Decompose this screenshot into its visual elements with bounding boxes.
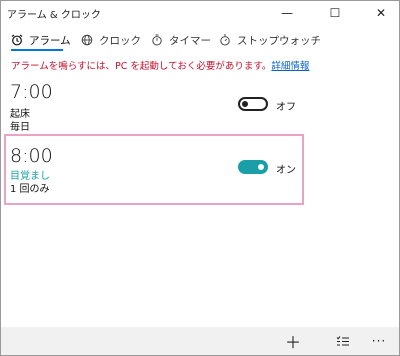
tab-alarm-label: アラーム [29,34,71,47]
alarm-clock-icon [11,34,23,46]
window-title: アラーム & クロック [7,10,101,21]
select-list-icon [336,332,350,351]
more-info-link[interactable]: 詳細情報 [271,61,309,72]
maximize-button[interactable]: ☐ [319,1,351,25]
command-bar: ＋ ··· [1,327,399,355]
tab-stopwatch[interactable]: ストップウォッチ [219,29,321,51]
tab-bar: アラーム クロック タイマー ストップウォッチ [1,29,399,51]
app-window: アラーム & クロック — ☐ ✕ アラーム クロック タイマー ストップウォッ… [0,0,400,356]
wake-notice: アラームを鳴らすには、PC を起動しておく必要があります。詳細情報 [11,58,309,72]
tab-timer-label: タイマー [169,34,211,47]
tab-clock-label: クロック [99,34,141,47]
title-bar: アラーム & クロック — ☐ ✕ [1,1,399,25]
close-button[interactable]: ✕ [365,1,397,25]
world-clock-icon [81,34,93,46]
minimize-button[interactable]: — [271,1,303,25]
toggle-knob [242,101,248,107]
notice-text: アラームを鳴らすには、PC を起動しておく必要があります。 [11,61,272,72]
alarm-item[interactable]: 7:00 起床 毎日 オフ [4,77,304,139]
tab-alarm[interactable]: アラーム [11,29,71,51]
alarm-repeat: 毎日 [10,122,30,133]
selected-tab-indicator [11,49,63,51]
select-alarms-button[interactable] [323,327,363,355]
tab-clock[interactable]: クロック [81,29,141,51]
more-options-button[interactable]: ··· [359,327,399,355]
stopwatch-icon [219,34,231,46]
selection-highlight-frame [4,134,304,205]
tab-timer[interactable]: タイマー [151,29,211,51]
timer-icon [151,34,163,46]
add-alarm-button[interactable]: ＋ [273,327,313,355]
alarm-toggle[interactable] [238,97,268,111]
alarm-toggle-label: オフ [276,102,296,113]
alarm-time: 7:00 [10,81,53,103]
tab-stopwatch-label: ストップウォッチ [237,34,321,47]
